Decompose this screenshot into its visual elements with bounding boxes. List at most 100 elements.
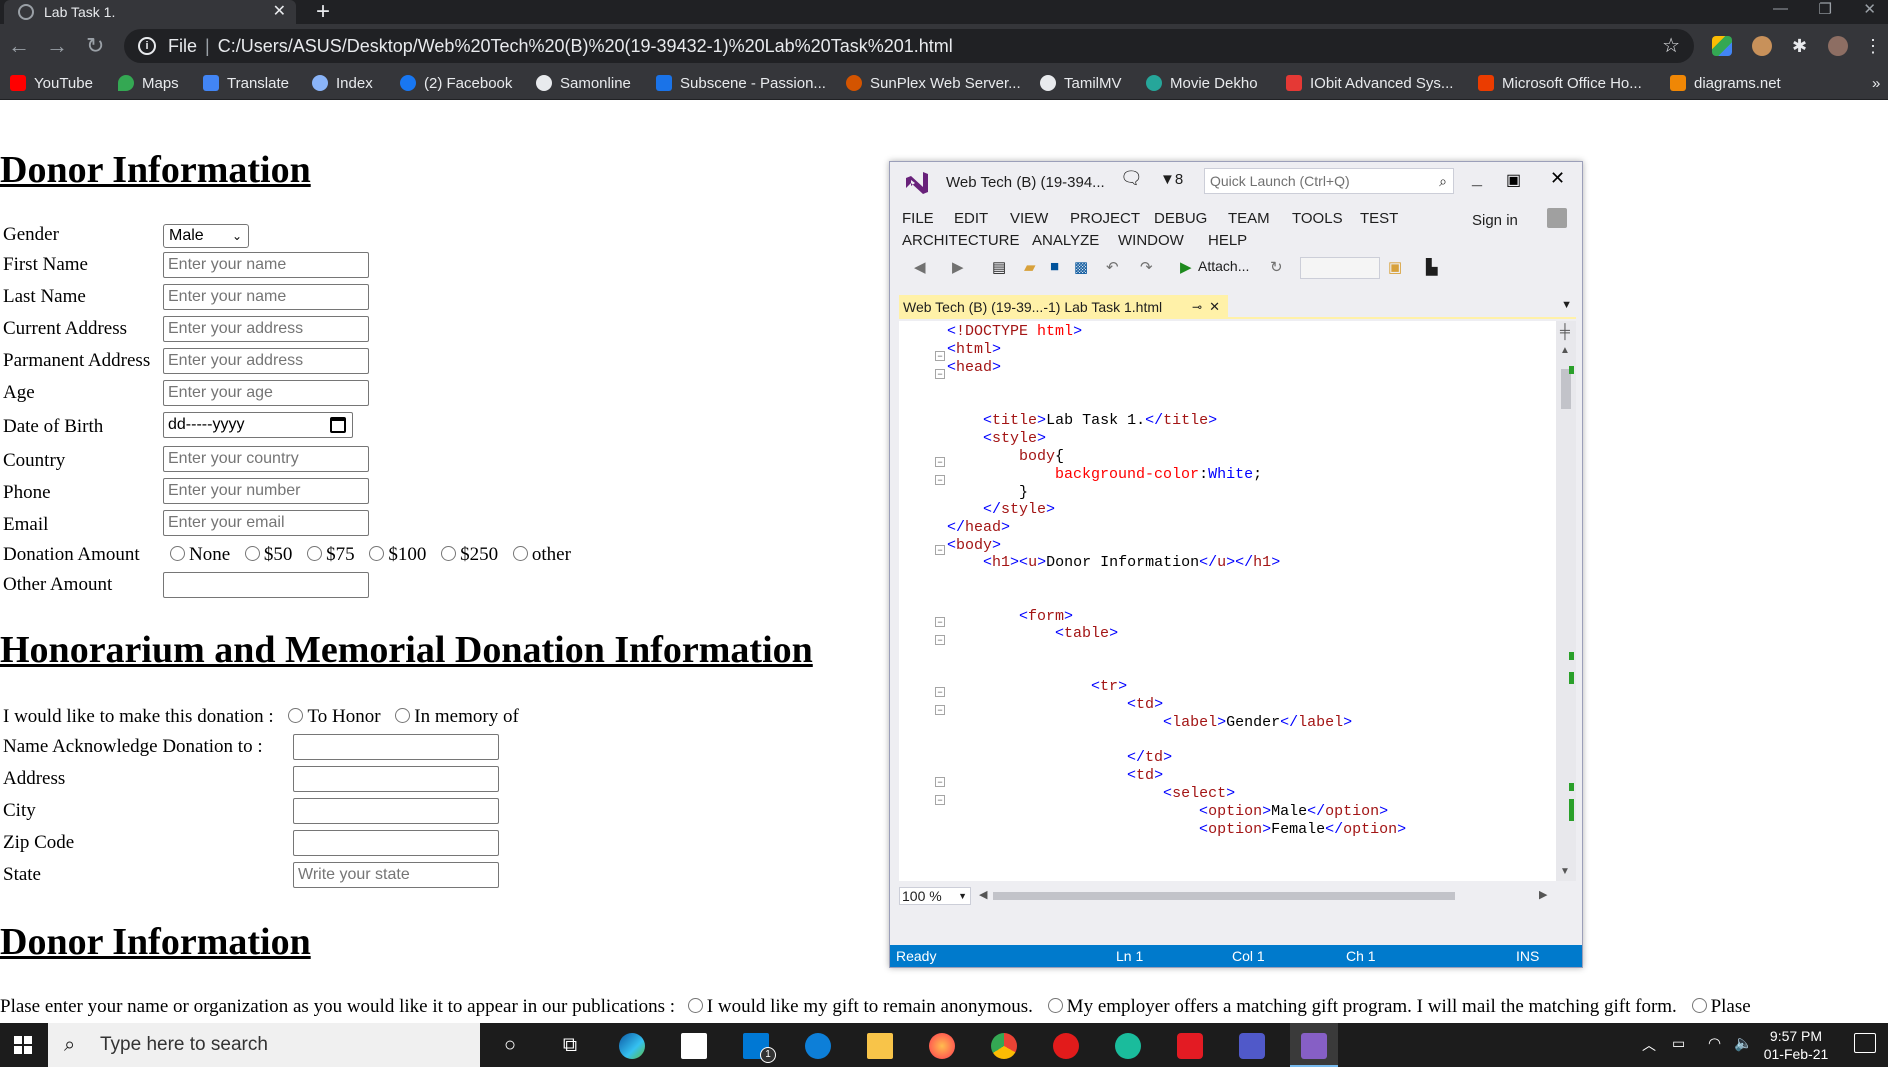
windows-start-icon[interactable] — [0, 1023, 48, 1067]
pin-icon[interactable]: ⊸ — [1192, 295, 1202, 319]
firefox-icon[interactable] — [918, 1023, 966, 1067]
fold-toggle-icon[interactable]: − — [935, 369, 945, 379]
menu-project[interactable]: PROJECT — [1070, 210, 1140, 227]
menu-test[interactable]: TEST — [1360, 210, 1398, 227]
radio-button[interactable] — [1047, 998, 1063, 1013]
zoom-dropdown[interactable]: 100 % ▼ — [899, 887, 971, 905]
other-amount-input[interactable] — [163, 572, 369, 598]
wifi-icon[interactable]: ◠ — [1708, 1034, 1721, 1052]
radio-button[interactable] — [288, 708, 304, 723]
in-memory-option[interactable]: In memory of — [395, 706, 519, 727]
refresh-icon[interactable]: ↻ — [1270, 258, 1283, 276]
bookmark-sunplex[interactable]: SunPlex Web Server... — [846, 68, 1021, 100]
vs-close-icon[interactable]: ✕ — [1550, 168, 1565, 189]
split-icon[interactable]: ╪ — [1560, 323, 1570, 339]
back-icon[interactable]: ← — [8, 32, 30, 60]
acknowledge-input[interactable] — [293, 734, 499, 760]
bookmark-tamilmv[interactable]: TamilMV — [1040, 68, 1122, 100]
country-input[interactable]: Enter your country — [163, 446, 369, 472]
current-address-input[interactable]: Enter your address — [163, 316, 369, 342]
vs-maximize-icon[interactable]: ▣ — [1506, 170, 1521, 190]
solution-explorer-icon[interactable]: ▙ — [1426, 258, 1438, 276]
notification-flag[interactable]: ▼8 — [1160, 171, 1183, 188]
fold-toggle-icon[interactable]: − — [935, 475, 945, 485]
nav-forward-icon[interactable]: ▶ — [952, 258, 964, 276]
vs-minimize-icon[interactable]: _ — [1472, 168, 1482, 189]
bookmark-movie-dekho[interactable]: Movie Dekho — [1146, 68, 1258, 100]
fold-toggle-icon[interactable]: − — [935, 457, 945, 467]
extensions-puzzle-icon[interactable]: ✱ — [1792, 36, 1812, 56]
last-name-input[interactable]: Enter your name — [163, 284, 369, 310]
new-tab-button[interactable]: + — [316, 0, 330, 26]
mail-icon[interactable]: 1 — [732, 1023, 780, 1067]
donation-option-50[interactable]: $50 — [244, 544, 292, 565]
bookmark-maps[interactable]: Maps — [118, 68, 179, 100]
gender-select[interactable]: Male ⌄ — [163, 224, 249, 248]
donation-option-100[interactable]: $100 — [369, 544, 426, 565]
menu-file[interactable]: FILE — [902, 210, 934, 227]
donation-option-250[interactable]: $250 — [441, 544, 498, 565]
permanent-address-input[interactable]: Enter your address — [163, 348, 369, 374]
fold-toggle-icon[interactable]: − — [935, 705, 945, 715]
more-bookmarks[interactable]: » — [1872, 68, 1880, 100]
fold-toggle-icon[interactable]: − — [935, 545, 945, 555]
menu-architecture[interactable]: ARCHITECTURE — [902, 232, 1020, 249]
scroll-up-icon[interactable]: ▲ — [1560, 345, 1570, 356]
close-window-icon[interactable]: ✕ — [1863, 0, 1876, 18]
bookmark-youtube[interactable]: YouTube — [10, 68, 93, 100]
bookmark-office[interactable]: Microsoft Office Ho... — [1478, 68, 1642, 100]
fold-toggle-icon[interactable]: − — [935, 351, 945, 361]
radio-button[interactable] — [369, 546, 385, 561]
profile-avatar[interactable] — [1828, 36, 1848, 56]
info-icon[interactable]: i — [138, 37, 156, 55]
donation-option-75[interactable]: $75 — [307, 544, 355, 565]
quick-launch-input[interactable]: Quick Launch (Ctrl+Q) ⌕ — [1204, 168, 1454, 194]
cortana-icon[interactable]: ○ — [486, 1023, 534, 1067]
email-input[interactable]: Enter your email — [163, 510, 369, 536]
browser-tab[interactable]: Lab Task 1. ✕ — [4, 0, 296, 24]
ccleaner-icon[interactable] — [794, 1023, 842, 1067]
phone-input[interactable]: Enter your number — [163, 478, 369, 504]
minimize-icon[interactable]: — — [1773, 0, 1788, 17]
menu-view[interactable]: VIEW — [1010, 210, 1048, 227]
menu-team[interactable]: TEAM — [1228, 210, 1270, 227]
scroll-left-icon[interactable]: ◀ — [979, 888, 987, 901]
feedback-icon[interactable]: 🗨 — [1120, 168, 1143, 189]
reload-icon[interactable]: ↻ — [86, 32, 104, 60]
scroll-down-icon[interactable]: ▼ — [1560, 866, 1570, 877]
radio-button[interactable] — [244, 546, 260, 561]
taskbar-search[interactable]: ⌕ Type here to search — [48, 1023, 480, 1067]
scroll-right-icon[interactable]: ▶ — [1539, 888, 1547, 901]
menu-debug[interactable]: DEBUG — [1154, 210, 1207, 227]
tab-overflow-icon[interactable]: ▼ — [1561, 299, 1572, 311]
radio-button[interactable] — [395, 708, 411, 723]
bitdefender-icon[interactable] — [1042, 1023, 1090, 1067]
city-input[interactable] — [293, 798, 499, 824]
menu-analyze[interactable]: ANALYZE — [1032, 232, 1099, 249]
donation-option-none[interactable]: None — [170, 544, 230, 565]
undo-icon[interactable]: ↶ — [1106, 258, 1119, 276]
radio-button[interactable] — [441, 546, 457, 561]
anonymous-option[interactable]: I would like my gift to remain anonymous… — [687, 996, 1033, 1017]
vertical-scrollbar[interactable]: ╪ ▲ ▼ — [1556, 321, 1576, 881]
find-icon[interactable]: ▣ — [1388, 258, 1402, 276]
edge-icon[interactable] — [608, 1023, 656, 1067]
notification-center-icon[interactable] — [1854, 1033, 1876, 1053]
zip-code-input[interactable] — [293, 830, 499, 856]
menu-tools[interactable]: TOOLS — [1292, 210, 1343, 227]
age-input[interactable]: Enter your age — [163, 380, 369, 406]
code-editor[interactable]: − − − − − − − − − − − <!DOCTYPE html> <h… — [899, 321, 1564, 881]
bookmark-facebook[interactable]: (2) Facebook — [400, 68, 512, 100]
bookmark-index[interactable]: Index — [312, 68, 373, 100]
close-document-icon[interactable]: ✕ — [1209, 295, 1220, 319]
open-file-icon[interactable]: ▰ — [1024, 258, 1036, 276]
restore-icon[interactable]: ❐ — [1819, 0, 1832, 18]
acrobat-icon[interactable] — [1166, 1023, 1214, 1067]
to-honor-option[interactable]: To Honor — [288, 706, 381, 727]
system-clock[interactable]: 9:57 PM 01-Feb-21 — [1756, 1027, 1836, 1063]
menu-kebab-icon[interactable]: ⋮ — [1864, 36, 1884, 56]
plase-option[interactable]: Plase — [1691, 996, 1751, 1017]
new-project-icon[interactable]: ▤ — [992, 258, 1006, 276]
close-tab-icon[interactable]: ✕ — [273, 0, 286, 24]
radio-button[interactable] — [1691, 998, 1707, 1013]
